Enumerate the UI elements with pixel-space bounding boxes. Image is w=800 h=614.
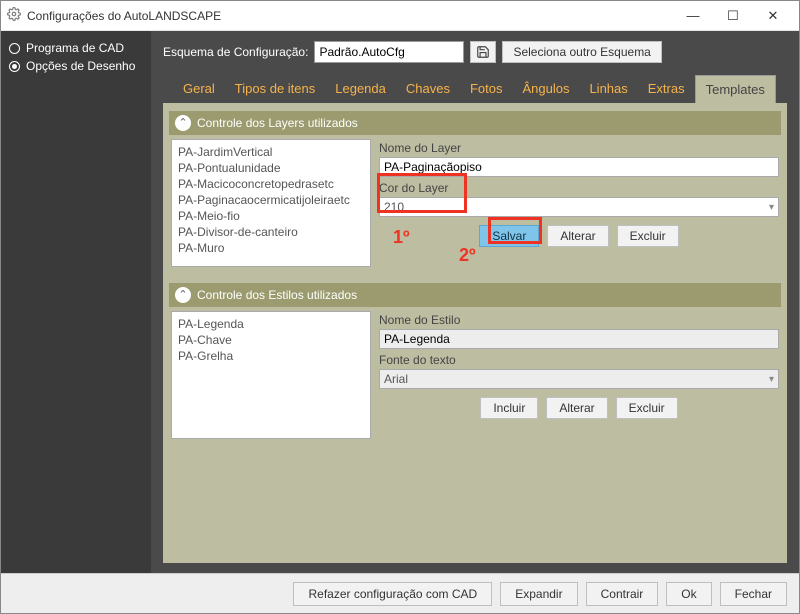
sidebar: Programa de CAD Opções de Desenho <box>1 31 151 573</box>
layer-name-input[interactable] <box>379 157 779 177</box>
panel: ⌃ Controle dos Layers utilizados PA-Jard… <box>163 103 787 563</box>
footer: Refazer configuração com CAD Expandir Co… <box>1 573 799 613</box>
section-header-layers: ⌃ Controle dos Layers utilizados <box>169 111 781 135</box>
style-font-label: Fonte do texto <box>379 353 779 367</box>
layer-save-button[interactable]: Salvar <box>479 225 539 247</box>
section-title: Controle dos Estilos utilizados <box>197 288 357 302</box>
list-item[interactable]: PA-Legenda <box>178 316 364 332</box>
style-name-label: Nome do Estilo <box>379 313 779 327</box>
gear-icon <box>7 7 21 24</box>
list-item[interactable]: PA-Muro <box>178 240 364 256</box>
contract-button[interactable]: Contrair <box>586 582 659 606</box>
list-item[interactable]: PA-Pontualunidade <box>178 160 364 176</box>
layer-fields: Nome do Layer Cor do Layer 210 ▾ Salvar … <box>379 139 779 267</box>
tab-fotos[interactable]: Fotos <box>460 75 513 103</box>
list-item[interactable]: PA-Paginacaocermicatijoleiraetc <box>178 192 364 208</box>
tab-angulos[interactable]: Ângulos <box>512 75 579 103</box>
list-item[interactable]: PA-Divisor-de-canteiro <box>178 224 364 240</box>
chevron-down-icon: ▾ <box>769 202 774 213</box>
select-other-scheme-button[interactable]: Seleciona outro Esquema <box>502 41 661 63</box>
radio-icon <box>9 43 20 54</box>
chevron-down-icon: ▾ <box>769 374 774 385</box>
section-body-layers: PA-JardimVertical PA-Pontualunidade PA-M… <box>169 135 781 279</box>
save-scheme-button[interactable] <box>470 41 496 63</box>
sidebar-item-label: Programa de CAD <box>26 41 124 55</box>
close-button[interactable]: ✕ <box>753 2 793 30</box>
config-row: Esquema de Configuração: Seleciona outro… <box>163 41 787 63</box>
style-buttons: Incluir Alterar Excluir <box>379 397 779 419</box>
section-title: Controle dos Layers utilizados <box>197 116 358 130</box>
style-add-button[interactable]: Incluir <box>480 397 538 419</box>
sidebar-item-opcoes-desenho[interactable]: Opções de Desenho <box>9 59 143 73</box>
collapse-icon[interactable]: ⌃ <box>175 287 191 303</box>
sidebar-item-label: Opções de Desenho <box>26 59 135 73</box>
tabs: Geral Tipos de itens Legenda Chaves Foto… <box>173 75 787 103</box>
radio-icon <box>9 61 20 72</box>
list-item[interactable]: PA-Meio-fio <box>178 208 364 224</box>
titlebar: Configurações do AutoLANDSCAPE — ☐ ✕ <box>1 1 799 31</box>
style-fields: Nome do Estilo Fonte do texto Arial ▾ In… <box>379 311 779 439</box>
style-edit-button[interactable]: Alterar <box>546 397 607 419</box>
window-title: Configurações do AutoLANDSCAPE <box>27 9 221 23</box>
layer-delete-button[interactable]: Excluir <box>617 225 679 247</box>
style-font-value: Arial <box>384 372 769 386</box>
list-item[interactable]: PA-JardimVertical <box>178 144 364 160</box>
sidebar-item-programa-cad[interactable]: Programa de CAD <box>9 41 143 55</box>
tab-extras[interactable]: Extras <box>638 75 695 103</box>
style-font-combo[interactable]: Arial ▾ <box>379 369 779 389</box>
layer-color-combo[interactable]: 210 ▾ <box>379 197 779 217</box>
select-other-scheme-label: Seleciona outro Esquema <box>513 45 650 59</box>
list-item[interactable]: PA-Macicoconcretopedrasetc <box>178 176 364 192</box>
layer-color-label: Cor do Layer <box>379 181 779 195</box>
annotation-label-2: 2º <box>459 245 476 266</box>
tab-geral[interactable]: Geral <box>173 75 225 103</box>
layer-name-label: Nome do Layer <box>379 141 779 155</box>
collapse-icon[interactable]: ⌃ <box>175 115 191 131</box>
minimize-button[interactable]: — <box>673 2 713 30</box>
layer-color-value: 210 <box>384 200 769 214</box>
tab-tipos-itens[interactable]: Tipos de itens <box>225 75 325 103</box>
list-item[interactable]: PA-Chave <box>178 332 364 348</box>
remake-cad-button[interactable]: Refazer configuração com CAD <box>293 582 492 606</box>
section-header-styles: ⌃ Controle dos Estilos utilizados <box>169 283 781 307</box>
tab-legenda[interactable]: Legenda <box>325 75 396 103</box>
ok-button[interactable]: Ok <box>666 582 711 606</box>
styles-listbox[interactable]: PA-Legenda PA-Chave PA-Grelha <box>171 311 371 439</box>
list-item[interactable]: PA-Grelha <box>178 348 364 364</box>
scheme-input[interactable] <box>314 41 464 63</box>
tab-linhas[interactable]: Linhas <box>579 75 637 103</box>
layer-edit-button[interactable]: Alterar <box>547 225 608 247</box>
maximize-button[interactable]: ☐ <box>713 2 753 30</box>
layer-buttons: Salvar Alterar Excluir <box>379 225 779 247</box>
layers-listbox[interactable]: PA-JardimVertical PA-Pontualunidade PA-M… <box>171 139 371 267</box>
tab-chaves[interactable]: Chaves <box>396 75 460 103</box>
config-label: Esquema de Configuração: <box>163 45 308 59</box>
window-buttons: — ☐ ✕ <box>673 2 793 30</box>
section-body-styles: PA-Legenda PA-Chave PA-Grelha Nome do Es… <box>169 307 781 451</box>
main: Esquema de Configuração: Seleciona outro… <box>151 31 799 573</box>
body: Programa de CAD Opções de Desenho Esquem… <box>1 31 799 573</box>
close-dialog-button[interactable]: Fechar <box>720 582 787 606</box>
style-name-input[interactable] <box>379 329 779 349</box>
expand-button[interactable]: Expandir <box>500 582 577 606</box>
tab-templates[interactable]: Templates <box>695 75 776 103</box>
style-delete-button[interactable]: Excluir <box>616 397 678 419</box>
